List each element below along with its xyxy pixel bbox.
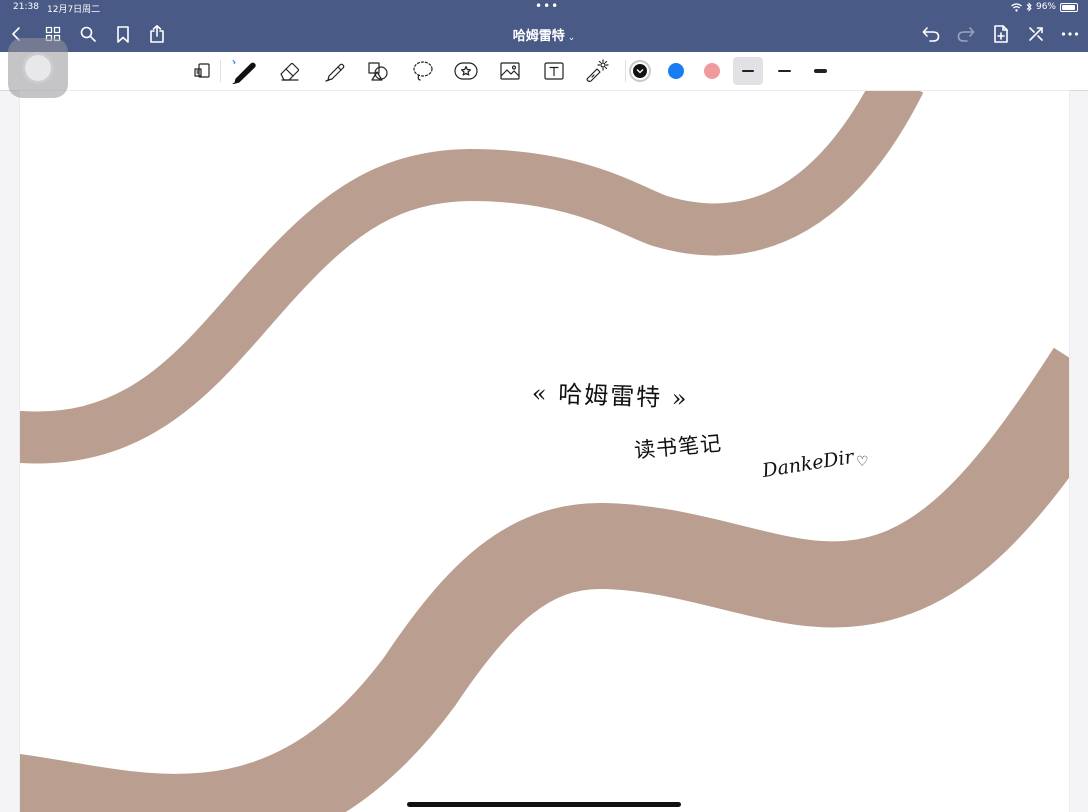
battery-percent: 96% <box>1035 2 1056 12</box>
decorative-bands <box>20 91 1069 812</box>
title-chevron-down-icon: ⌄ <box>567 33 576 43</box>
hand-read-icon[interactable] <box>187 57 217 85</box>
undo-icon[interactable] <box>920 23 942 45</box>
highlighter-icon[interactable] <box>320 57 350 85</box>
add-page-icon[interactable] <box>990 23 1012 45</box>
status-time: 21:38 <box>13 2 39 12</box>
wavy-band-bottom <box>20 347 1069 812</box>
color-swatch-blue[interactable] <box>668 63 684 79</box>
toolbar-divider <box>220 60 221 82</box>
wavy-band-top <box>20 91 924 464</box>
document-title-text: 哈姆雷特 <box>512 29 565 44</box>
battery-fill <box>1062 4 1076 10</box>
wifi-icon <box>1011 2 1022 12</box>
image-icon[interactable] <box>495 57 525 85</box>
assistive-touch-button[interactable] <box>8 38 68 98</box>
color-swatch-black[interactable] <box>629 60 651 82</box>
more-icon[interactable] <box>1059 23 1081 45</box>
eraser-icon[interactable] <box>275 57 305 85</box>
battery-icon <box>1060 2 1078 12</box>
home-indicator[interactable] <box>407 802 681 807</box>
goodnotes-screen: 21:38 12月7日周二 ••• 96% 哈姆雷特 ⌄ « 哈姆雷特 » 读书… <box>0 0 1088 812</box>
toolbar-divider <box>625 60 626 82</box>
stroke-size-medium[interactable] <box>769 57 799 85</box>
status-bar: 21:38 12月7日周二 ••• 96% <box>0 0 1088 16</box>
stroke-size-medium-line <box>777 70 791 72</box>
multitasking-dots-icon[interactable]: ••• <box>535 0 559 13</box>
color-swatch-pink[interactable] <box>704 63 720 79</box>
notebook-page[interactable]: « 哈姆雷特 » 读书笔记 DankeDir ♡ <box>20 91 1069 812</box>
nav-bar: 哈姆雷特 ⌄ <box>0 16 1088 52</box>
assistive-touch-knob <box>25 55 51 81</box>
status-right: 96% <box>1011 2 1078 12</box>
elements-icon[interactable] <box>451 57 481 85</box>
stroke-size-thick[interactable] <box>805 57 835 85</box>
color-swatch-black-fill <box>633 64 647 78</box>
redo-icon[interactable] <box>955 23 977 45</box>
tool-bar <box>0 52 1088 91</box>
stroke-size-thin[interactable] <box>733 57 763 85</box>
bluetooth-icon <box>1026 2 1032 12</box>
heart-icon: ♡ <box>856 454 869 470</box>
handwritten-title: « 哈姆雷特 » <box>531 379 689 413</box>
close-expand-icon[interactable] <box>1025 23 1047 45</box>
stroke-size-thin-line <box>742 70 754 72</box>
lasso-icon[interactable] <box>408 57 438 85</box>
pen-icon[interactable] <box>229 57 259 85</box>
text-icon[interactable] <box>539 57 569 85</box>
stroke-size-thick-line <box>813 69 827 73</box>
status-date: 12月7日周二 <box>47 5 101 15</box>
laser-pointer-icon[interactable] <box>582 57 612 85</box>
shapes-icon[interactable] <box>363 57 393 85</box>
chevron-down-icon <box>636 69 644 74</box>
